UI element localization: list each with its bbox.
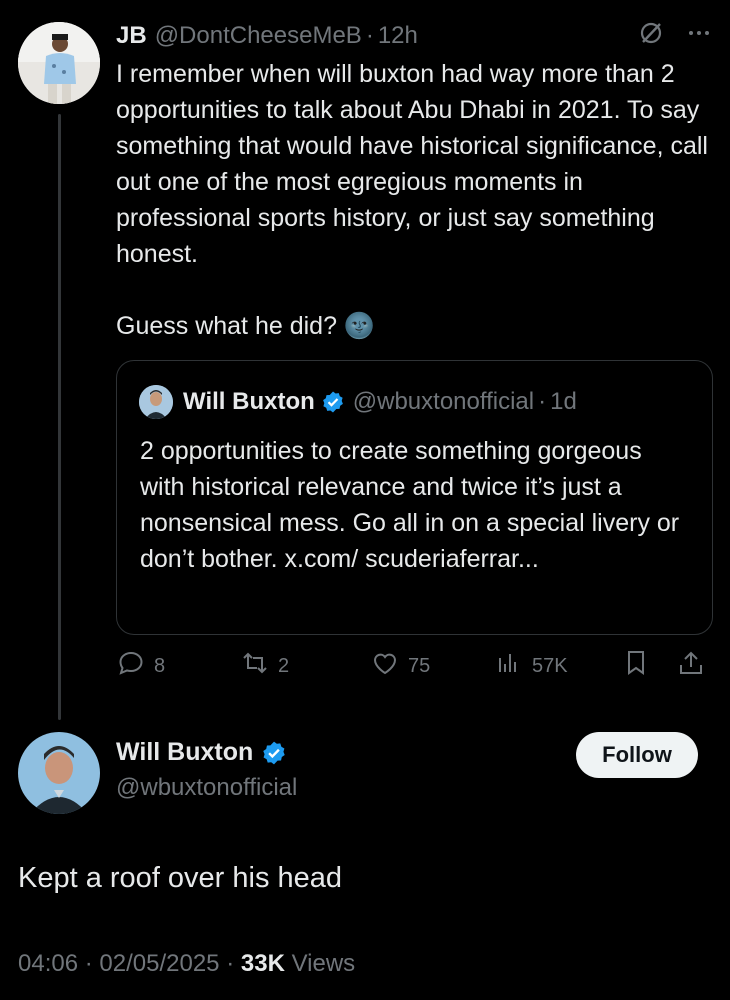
separator-dot: · bbox=[538, 388, 547, 415]
main-author-avatar[interactable] bbox=[18, 732, 100, 814]
verified-badge-icon bbox=[261, 740, 287, 766]
share-button[interactable] bbox=[676, 648, 706, 684]
parent-timestamp[interactable]: 12h bbox=[378, 22, 418, 50]
quoted-timestamp: 1d bbox=[550, 388, 577, 415]
views-label: Views bbox=[291, 950, 356, 977]
main-tweet-text: Kept a roof over his head bbox=[18, 862, 343, 894]
more-icon[interactable] bbox=[686, 20, 712, 53]
repost-button[interactable]: 2 bbox=[240, 648, 289, 684]
main-author-name[interactable]: Will Buxton bbox=[116, 738, 253, 767]
bookmark-icon bbox=[621, 648, 651, 684]
quoted-tweet-header: Will Buxton @wbuxtonofficial · 1d bbox=[139, 385, 577, 419]
parent-author-name[interactable]: JB bbox=[116, 22, 147, 50]
share-icon bbox=[676, 648, 706, 684]
main-author-name-row: Will Buxton bbox=[116, 738, 287, 767]
reply-icon bbox=[116, 648, 146, 684]
parent-header: JB @DontCheeseMeB · 12h bbox=[116, 20, 712, 52]
separator-dot: · bbox=[365, 22, 374, 49]
reply-button[interactable]: 8 bbox=[116, 648, 165, 684]
views-button[interactable]: 57K bbox=[494, 648, 568, 684]
separator-dot: · bbox=[226, 950, 235, 977]
quoted-author-handle: @wbuxtonofficial bbox=[352, 388, 535, 415]
views-chart-icon bbox=[494, 648, 524, 684]
slash-circle-icon[interactable] bbox=[638, 20, 664, 53]
follow-button[interactable]: Follow bbox=[576, 732, 698, 778]
views-total: 33K bbox=[240, 950, 285, 977]
separator-dot: · bbox=[84, 950, 93, 977]
views-count: 57K bbox=[532, 654, 568, 677]
quoted-author-name: Will Buxton bbox=[183, 388, 315, 415]
tweet-date[interactable]: 02/05/2025 bbox=[99, 950, 219, 977]
like-button[interactable]: 75 bbox=[370, 648, 430, 684]
heart-icon bbox=[370, 648, 400, 684]
parent-author-handle[interactable]: @DontCheeseMeB bbox=[155, 22, 362, 50]
verified-badge-icon bbox=[321, 390, 345, 414]
repost-count: 2 bbox=[278, 654, 290, 677]
main-author-handle[interactable]: @wbuxtonofficial bbox=[116, 774, 297, 802]
quoted-author-avatar bbox=[139, 385, 173, 419]
tweet-time[interactable]: 04:06 bbox=[18, 950, 78, 977]
quoted-tweet-card[interactable]: Will Buxton @wbuxtonofficial · 1d 2 oppo… bbox=[116, 360, 713, 635]
tweet-meta: 04:06 · 02/05/2025 · 33K Views bbox=[18, 950, 355, 978]
parent-action-bar: 8 2 75 57K bbox=[116, 648, 716, 684]
thread-line bbox=[58, 114, 61, 720]
quoted-tweet-text: 2 opportunities to create something gorg… bbox=[140, 437, 680, 573]
like-count: 75 bbox=[408, 654, 431, 677]
reply-count: 8 bbox=[154, 654, 166, 677]
bookmark-button[interactable] bbox=[621, 648, 651, 684]
parent-tweet-text: I remember when will buxton had way more… bbox=[116, 60, 708, 340]
repost-icon bbox=[240, 648, 270, 684]
parent-avatar[interactable] bbox=[18, 22, 100, 104]
